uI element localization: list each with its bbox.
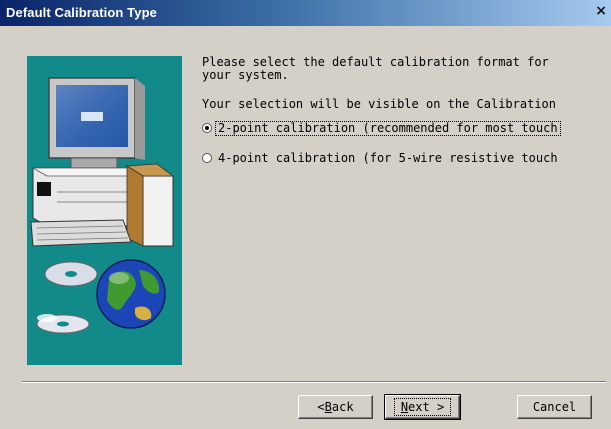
globe-icon (96, 259, 166, 329)
button-divider (22, 381, 606, 383)
radio-4-point-label[interactable]: 4-point calibration (for 5-wire resistiv… (216, 151, 560, 165)
instruction-subtext: Your selection will be visible on the Ca… (202, 98, 557, 109)
next-button-accel: N (400, 400, 409, 414)
back-button-accel: B (324, 400, 332, 414)
tower-icon (125, 163, 175, 247)
radio-unchecked-icon[interactable] (202, 153, 212, 163)
radio-checked-icon[interactable] (202, 123, 212, 133)
monitor-icon (48, 77, 145, 169)
next-button-focus: Next > (393, 398, 452, 416)
next-button-rest: ext > (408, 400, 445, 414)
radio-4-point-calibration[interactable]: 4-point calibration (for 5-wire resistiv… (202, 150, 560, 166)
computer-and-globe-illustration-icon (30, 77, 175, 334)
next-button[interactable]: Next > (384, 394, 461, 420)
cd-disc-icon (36, 261, 98, 334)
cancel-button[interactable]: Cancel (517, 395, 592, 419)
back-button[interactable]: < Back (298, 395, 373, 419)
instruction-text: Please select the default calibration fo… (202, 55, 549, 82)
back-button-rest: ack (331, 400, 354, 414)
calibration-dialog: Default Calibration Type × Please select… (0, 0, 611, 429)
keyboard-icon (30, 219, 132, 247)
radio-2-point-calibration[interactable]: 2-point calibration (recommended for mos… (202, 120, 561, 136)
back-button-prefix: < (317, 400, 325, 414)
close-icon[interactable]: × (595, 3, 607, 19)
title-bar[interactable]: Default Calibration Type × (0, 0, 611, 26)
window-title: Default Calibration Type (6, 5, 157, 20)
radio-2-point-label[interactable]: 2-point calibration (recommended for mos… (215, 120, 561, 136)
wizard-illustration (27, 56, 182, 365)
